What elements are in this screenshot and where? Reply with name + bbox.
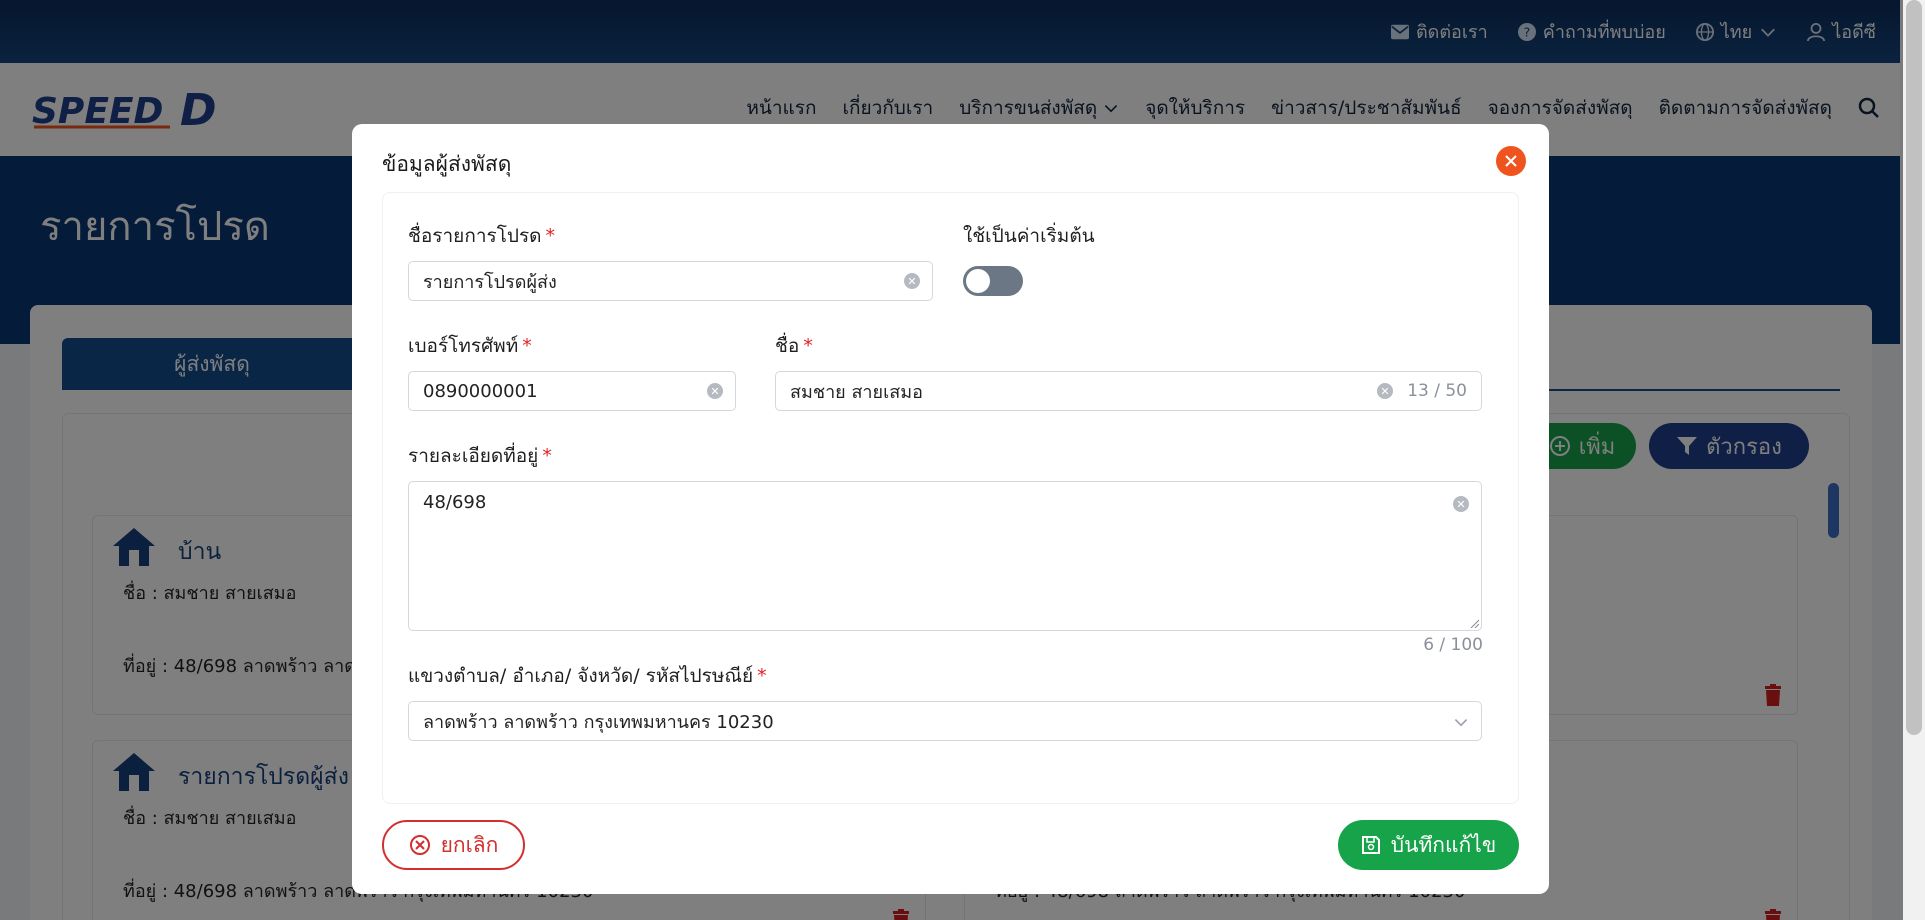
required-mark: * (803, 335, 813, 357)
required-mark: * (522, 335, 532, 357)
phone-label: เบอร์โทรศัพท์ * (408, 331, 532, 361)
required-mark: * (757, 665, 767, 687)
address-label: รายละเอียดที่อยู่ * (408, 441, 552, 471)
required-mark: * (545, 225, 556, 247)
favorite-name-value: รายการโปรดผู้ส่ง (423, 271, 557, 293)
phone-input[interactable]: 0890000001 ✕ (408, 371, 736, 411)
district-select[interactable]: ลาดพร้าว ลาดพร้าว กรุงเทพมหานคร 10230 (408, 701, 1482, 741)
page-scrollbar-thumb[interactable] (1906, 0, 1922, 735)
save-label: บันทึกแก้ไข (1390, 832, 1497, 857)
cancel-label: ยกเลิก (440, 832, 499, 857)
district-value: ลาดพร้าว ลาดพร้าว กรุงเทพมหานคร 10230 (423, 711, 774, 733)
default-toggle[interactable] (963, 266, 1023, 296)
address-value: 48/698 (423, 492, 487, 513)
required-mark: * (542, 445, 552, 467)
page: ติดต่อเรา ? คำถามที่พบบ่อย ไทย ไอดีซี SP… (0, 0, 1925, 920)
name-counter: 13 / 50 (1407, 381, 1467, 401)
favorite-name-input[interactable]: รายการโปรดผู้ส่ง ✕ (408, 261, 933, 301)
clear-icon[interactable]: ✕ (707, 383, 723, 399)
favorite-name-label: ชื่อรายการโปรด * (408, 221, 555, 251)
name-label-text: ชื่อ (775, 335, 800, 357)
clear-icon[interactable]: ✕ (1453, 496, 1469, 512)
close-icon (1505, 155, 1517, 167)
address-counter: 6 / 100 (1423, 635, 1483, 655)
sender-info-dialog: ข้อมูลผู้ส่งพัสดุ ชื่อรายการโปรด * รายการ… (352, 124, 1549, 894)
toggle-knob (966, 269, 990, 293)
address-label-text: รายละเอียดที่อยู่ (408, 445, 539, 467)
sender-form: ชื่อรายการโปรด * รายการโปรดผู้ส่ง ✕ ใช้เป… (382, 192, 1519, 804)
save-icon (1361, 836, 1380, 854)
clear-icon[interactable]: ✕ (1377, 383, 1393, 399)
resize-handle-icon[interactable] (1469, 618, 1479, 628)
favorite-name-label-text: ชื่อรายการโปรด (408, 225, 542, 247)
district-label: แขวงตำบล/ อำเภอ/ จังหวัด/ รหัสไปรษณีย์ * (408, 661, 767, 691)
chevron-down-icon (1454, 719, 1468, 727)
name-label: ชื่อ * (775, 331, 813, 361)
phone-label-text: เบอร์โทรศัพท์ (408, 335, 519, 357)
save-button[interactable]: บันทึกแก้ไข (1338, 820, 1519, 870)
clear-icon[interactable]: ✕ (904, 273, 920, 289)
close-button[interactable] (1496, 146, 1526, 176)
phone-value: 0890000001 (423, 380, 538, 402)
district-label-text: แขวงตำบล/ อำเภอ/ จังหวัด/ รหัสไปรษณีย์ (408, 665, 754, 687)
name-input[interactable]: สมชาย สายเสมอ ✕ 13 / 50 (775, 371, 1482, 411)
default-label: ใช้เป็นค่าเริ่มต้น (963, 225, 1095, 247)
dialog-title: ข้อมูลผู้ส่งพัสดุ (382, 152, 512, 176)
cancel-button[interactable]: ยกเลิก (382, 820, 525, 870)
name-value: สมชาย สายเสมอ (790, 381, 923, 403)
cancel-circle-icon (409, 835, 430, 855)
address-textarea[interactable]: 48/698 ✕ (408, 481, 1482, 631)
